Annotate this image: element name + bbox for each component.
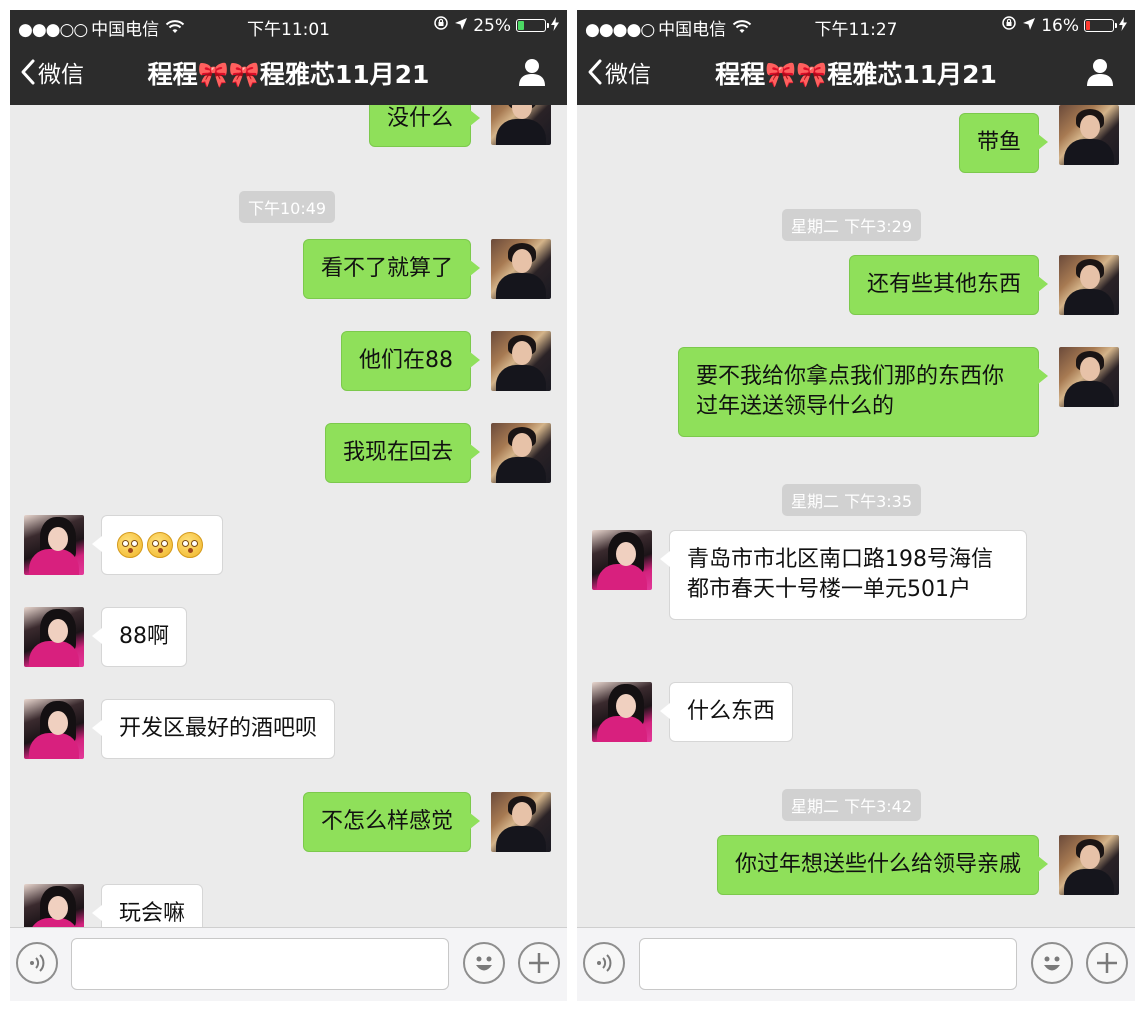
status-bar: ●●●○○ 中国电信 下午11:01 25% [10,10,567,41]
message-bubble-out[interactable]: 要不我给你拿点我们那的东西你过年送送领导什么的 [678,347,1048,437]
rotation-lock-icon [1001,15,1017,36]
nav-bar: 微信 程程🎀🎀程雅芯11月21 [577,41,1135,105]
avatar[interactable] [592,682,652,742]
chat-title: 程程🎀🎀程雅芯11月21 [147,60,430,89]
status-right: 25% [433,15,559,36]
avatar[interactable] [491,423,551,483]
emoji-button[interactable] [1031,942,1073,984]
person-icon [1087,59,1113,86]
avatar[interactable] [24,884,84,928]
message-bubble-out[interactable]: 没什么 [368,105,481,147]
flushed-face-icon [177,532,203,558]
message-bubble-in[interactable]: 88啊 [92,607,187,667]
message-bubble-in[interactable]: 玩会嘛 [91,884,204,928]
voice-button[interactable] [16,942,58,984]
location-arrow-icon [1022,16,1036,36]
message-bubble-out[interactable]: 我现在回去 [324,423,481,483]
avatar[interactable] [1059,255,1119,315]
avatar[interactable] [491,105,551,145]
smiley-icon [1044,956,1060,971]
person-icon [519,59,545,86]
contact-profile-button[interactable] [517,57,547,91]
avatar[interactable] [24,699,84,759]
avatar[interactable] [491,239,551,299]
nav-bar: 微信 程程🎀🎀程雅芯11月21 [10,41,567,105]
message-input[interactable] [71,938,449,990]
more-button[interactable] [518,942,560,984]
avatar[interactable] [1059,347,1119,407]
timestamp: 星期二 下午3:35 [782,484,922,516]
voice-button[interactable] [583,942,625,984]
chat-title: 程程🎀🎀程雅芯11月21 [715,60,997,89]
plus-icon [529,953,549,973]
input-bar [10,927,567,1001]
message-bubble-in[interactable] [92,515,223,575]
timestamp: 下午10:49 [239,191,336,223]
avatar[interactable] [1059,105,1119,165]
avatar[interactable] [491,792,551,852]
message-input[interactable] [639,938,1017,990]
more-button[interactable] [1086,942,1128,984]
message-bubble-in[interactable]: 青岛市市北区南口路198号海信都市春天十号楼一单元501户 [660,530,1027,620]
message-list[interactable]: 带鱼 星期二 下午3:29 还有些其他东西 要不我给你拿点我们那的东西你过年送送… [577,105,1135,928]
message-bubble-out[interactable]: 不怎么样感觉 [302,792,481,852]
message-bubble-in[interactable]: 什么东西 [659,682,794,742]
chat-screen-right: ●●●●○ 中国电信 下午11:27 16% 微信 程程🎀🎀程雅芯11月21 带鱼… [577,10,1135,1001]
message-bubble-out[interactable]: 还有些其他东西 [848,255,1049,315]
battery-level [518,21,524,30]
input-bar [577,927,1135,1001]
message-bubble-out[interactable]: 你过年想送些什么给领导亲戚 [716,835,1049,895]
message-bubble-in[interactable]: 开发区最好的酒吧呗 [91,699,336,759]
avatar[interactable] [24,607,84,667]
battery-icon [1084,19,1117,32]
status-bar: ●●●●○ 中国电信 下午11:27 16% [577,10,1135,41]
location-arrow-icon [454,16,468,36]
flushed-face-icon [117,532,143,558]
message-bubble-out[interactable]: 带鱼 [958,113,1049,173]
avatar[interactable] [592,530,652,590]
chat-screen-left: ●●●○○ 中国电信 下午11:01 25% 微信 程程🎀🎀程雅芯11月21 没什… [10,10,567,1001]
message-bubble-out[interactable]: 他们在88 [341,331,480,391]
message-bubble-out[interactable]: 看不了就算了 [302,239,481,299]
timestamp: 星期二 下午3:29 [782,209,922,241]
emoji-button[interactable] [463,942,505,984]
charging-bolt-icon [551,16,559,36]
status-right: 16% [1001,15,1127,36]
voice-icon [597,954,612,972]
charging-bolt-icon [1119,16,1127,36]
avatar[interactable] [1059,835,1119,895]
smiley-icon [476,956,492,971]
battery-level [1086,21,1090,30]
voice-icon [30,954,45,972]
battery-icon [516,19,549,32]
flushed-face-icon [147,532,173,558]
plus-icon [1097,953,1117,973]
avatar[interactable] [491,331,551,391]
battery-percent: 25% [473,15,511,36]
battery-percent: 16% [1041,15,1079,36]
avatar[interactable] [24,515,84,575]
timestamp: 星期二 下午3:42 [782,789,922,821]
message-list[interactable]: 没什么 下午10:49 看不了就算了 他们在88 我现在回去 88啊 开发区最好… [10,105,567,928]
contact-profile-button[interactable] [1085,57,1115,91]
rotation-lock-icon [433,15,449,36]
